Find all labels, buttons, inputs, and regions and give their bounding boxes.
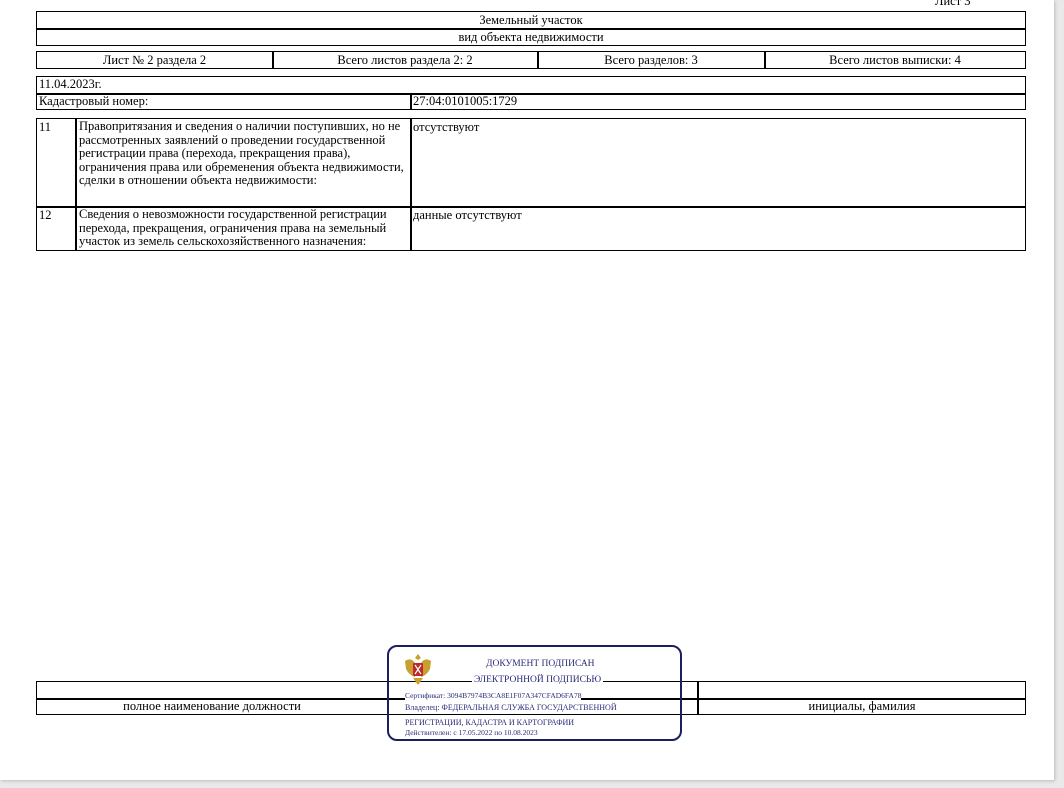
sheet-label: Лист 3 [935,0,971,8]
row-label: Правопритязания и сведения о наличии пос… [79,119,404,187]
cadastral-label: Кадастровый номер: [39,94,149,108]
object-type-caption: вид объекта недвижимости [458,30,604,44]
stamp-owner-1: Владелец: ФЕДЕРАЛЬНАЯ СЛУЖБА ГОСУДАРСТВЕ… [405,703,617,712]
object-type-table: Земельный участок вид объекта недвижимос… [36,11,1026,46]
stamp-line1: ДОКУМЕНТ ПОДПИСАН [484,659,597,669]
total-sections: Всего разделов: 3 [604,53,698,67]
document-page: Лист 3 Земельный участок вид объекта нед… [0,0,1054,780]
date-cadastral-table: 11.04.2023г. Кадастровый номер: 27:04:01… [36,76,1026,110]
stamp-owner-2: РЕГИСТРАЦИИ, КАДАСТРА И КАРТОГРАФИИ [405,718,575,727]
cadastral-number: 27:04:0101005:1729 [413,94,518,108]
date: 11.04.2023г. [39,77,102,91]
row-value: данные отсутствуют [413,208,522,222]
row-value: отсутствуют [413,120,480,134]
stamp-validity: Действителен: с 17.05.2022 по 10.08.2023 [405,728,538,737]
total-sheets: Всего листов выписки: 4 [829,53,961,67]
row-number: 12 [39,208,52,222]
name-caption: инициалы, фамилия [808,699,916,713]
row-label: Сведения о невозможности государственной… [79,207,387,248]
position-caption: полное наименование должности [123,699,301,713]
coat-of-arms-icon [405,654,431,685]
electronic-signature-stamp: ДОКУМЕНТ ПОДПИСАН ЭЛЕКТРОННОЙ ПОДПИСЬЮ С… [387,645,682,741]
row-number: 11 [39,120,52,134]
sheet-number: Лист № 2 раздела 2 [102,53,207,67]
object-type: Земельный участок [479,13,583,27]
section-sheets: Всего листов раздела 2: 2 [337,53,473,67]
stamp-line2: ЭЛЕКТРОННОЙ ПОДПИСЬЮ [472,675,604,685]
stamp-certificate: Сертификат: 3094B7974B3CA8E1F07A347CFAD6… [405,691,582,700]
details-table: 11 Правопритязания и сведения о наличии … [36,118,1026,251]
sheet-info-table: Лист № 2 раздела 2 Всего листов раздела … [36,51,1026,69]
